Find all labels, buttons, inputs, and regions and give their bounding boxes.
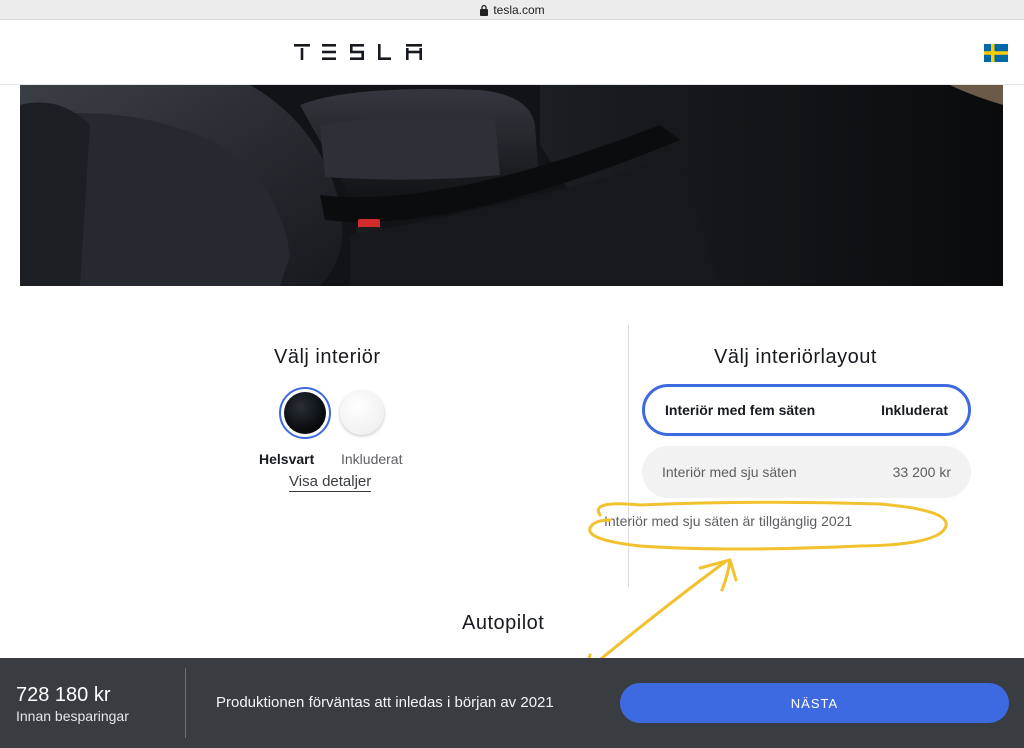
layout-option-five-seats[interactable]: Interiör med fem säten Inkluderat <box>642 384 971 436</box>
production-start-text: Produktionen förväntas att inledas i bör… <box>216 694 554 711</box>
option-label: Interiör med fem säten <box>665 402 816 418</box>
option-label: Interiör med sju säten <box>662 464 797 480</box>
section-divider <box>628 325 629 587</box>
price-subtitle: Innan besparingar <box>16 708 129 724</box>
seven-seat-availability-note: Interiör med sju säten är tillgänglig 20… <box>604 513 853 529</box>
browser-url-bar[interactable]: tesla.com <box>0 0 1024 20</box>
footer-divider <box>185 668 186 738</box>
interior-hero-image <box>20 85 1003 286</box>
black-swatch-fill <box>284 392 326 434</box>
sweden-flag-icon[interactable] <box>984 44 1008 62</box>
interior-section-title: Välj interiör <box>274 346 381 368</box>
tesla-logo[interactable] <box>292 42 424 62</box>
option-price: 33 200 kr <box>892 464 951 480</box>
lock-icon <box>480 4 489 16</box>
site-header <box>0 20 1024 85</box>
order-summary-bar: 728 180 kr Innan besparingar Produktione… <box>0 658 1024 748</box>
interior-swatch-black[interactable] <box>279 387 331 439</box>
selected-interior-name: Helsvart <box>259 451 315 467</box>
url-text: tesla.com <box>493 2 545 17</box>
next-button[interactable]: NÄSTA <box>620 683 1009 723</box>
option-price: Inkluderat <box>881 402 948 418</box>
view-details-link[interactable]: Visa detaljer <box>289 473 372 492</box>
total-price[interactable]: 728 180 kr <box>16 684 111 707</box>
autopilot-section-title: Autopilot <box>462 612 545 634</box>
layout-section-title: Välj interiörlayout <box>714 346 877 368</box>
layout-option-seven-seats[interactable]: Interiör med sju säten 33 200 kr <box>642 446 971 498</box>
interior-swatch-white[interactable] <box>340 391 384 435</box>
selected-interior-price: Inkluderat <box>341 451 403 467</box>
